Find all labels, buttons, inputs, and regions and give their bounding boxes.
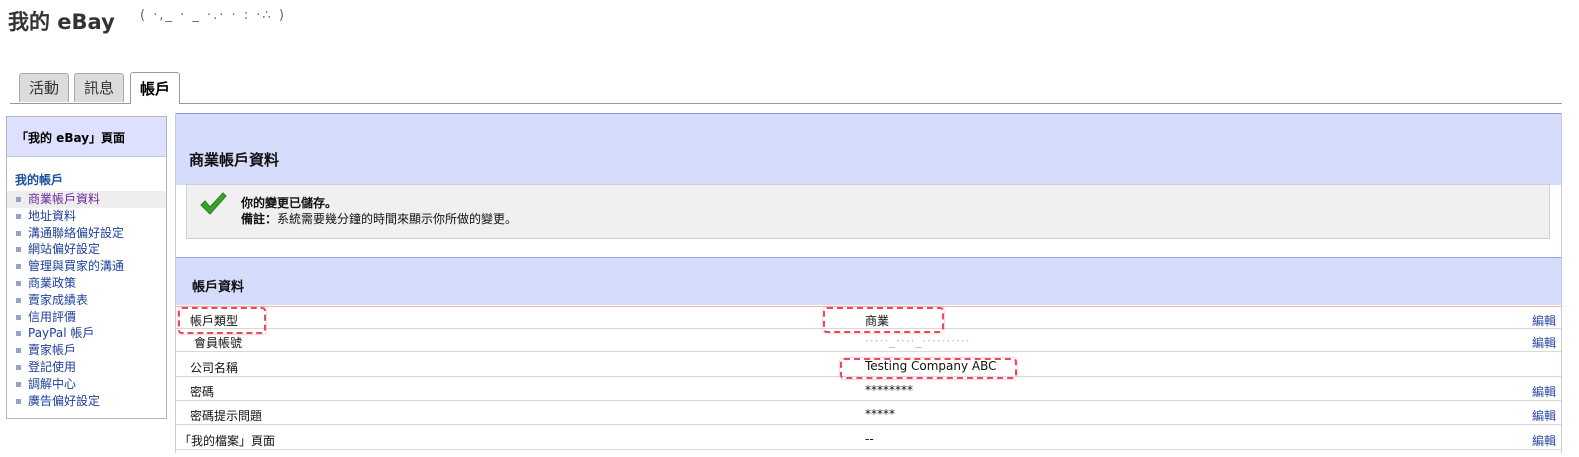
sidebar-item-paypal-account[interactable]: PayPal 帳戶 bbox=[7, 325, 166, 342]
main-header-band bbox=[175, 113, 1562, 185]
tab-account[interactable]: 帳戶 bbox=[130, 72, 180, 104]
row-label: 密碼 bbox=[190, 385, 215, 399]
bullet-icon bbox=[16, 331, 21, 337]
checkmark-icon bbox=[200, 192, 227, 215]
bullet-icon bbox=[16, 381, 21, 387]
edit-link[interactable]: 編輯 bbox=[1532, 407, 1556, 424]
sidebar-item-site-preferences[interactable]: 網站偏好設定 bbox=[7, 241, 166, 258]
row-label: 「我的檔案」頁面 bbox=[179, 434, 276, 448]
sidebar-item-business-account[interactable]: 商業帳戶資料 bbox=[7, 191, 166, 208]
bullet-icon bbox=[16, 230, 21, 236]
table-row: 密碼 ******** 編輯 bbox=[176, 378, 1561, 401]
edit-link[interactable]: 編輯 bbox=[1532, 432, 1556, 449]
sidebar-item-label: 信用評價 bbox=[28, 309, 77, 324]
bullet-icon bbox=[16, 280, 21, 286]
section-header-band bbox=[176, 257, 1561, 305]
sidebar-heading: 「我的 eBay」頁面 bbox=[7, 117, 166, 157]
sidebar-item-label: 賣家成績表 bbox=[28, 292, 89, 307]
edit-link[interactable]: 編輯 bbox=[1532, 334, 1556, 351]
bullet-icon bbox=[16, 398, 21, 404]
sidebar-item-label: 登記使用 bbox=[28, 359, 77, 374]
highlight-account-type-value bbox=[823, 307, 944, 333]
sidebar-item-seller-account[interactable]: 賣家帳戶 bbox=[7, 342, 166, 359]
sidebar-item-label: 調解中心 bbox=[28, 376, 77, 391]
masked-username: ( ·,_ · _ ·.· · : ·∴ ) bbox=[140, 8, 286, 23]
tab-activity[interactable]: 活動 bbox=[19, 73, 69, 102]
sidebar-item-label: 溝通聯絡偏好設定 bbox=[28, 225, 125, 240]
sidebar-item-label: 商業帳戶資料 bbox=[28, 192, 101, 206]
section-title: 帳戶資料 bbox=[192, 280, 245, 295]
sidebar-item-seller-dashboard[interactable]: 賣家成績表 bbox=[7, 292, 166, 309]
sidebar-section-title[interactable]: 我的帳戶 bbox=[15, 171, 166, 188]
sidebar-item-communication-preferences[interactable]: 溝通聯絡偏好設定 bbox=[7, 225, 166, 242]
main-title: 商業帳戶資料 bbox=[189, 151, 280, 169]
sidebar-item-label: 管理與買家的溝通 bbox=[28, 259, 125, 274]
highlight-company-name-value bbox=[840, 358, 1017, 379]
notice-note: 備註：系統需要幾分鐘的時間來顯示你所做的變更。 bbox=[241, 210, 517, 227]
bullet-icon bbox=[16, 364, 21, 370]
tab-divider bbox=[10, 103, 1562, 104]
edit-link[interactable]: 編輯 bbox=[1532, 312, 1556, 329]
sidebar-item-label: 網站偏好設定 bbox=[28, 242, 101, 257]
sidebar-item-label: 賣家帳戶 bbox=[28, 343, 77, 358]
bullet-icon bbox=[16, 348, 21, 354]
sidebar-item-buyer-communications[interactable]: 管理與買家的溝通 bbox=[7, 258, 166, 275]
sidebar-item-subscriptions[interactable]: 登記使用 bbox=[7, 359, 166, 376]
row-label: 會員帳號 bbox=[194, 336, 243, 350]
row-label: 公司名稱 bbox=[190, 361, 239, 375]
sidebar-item-resolution-center[interactable]: 調解中心 bbox=[7, 376, 166, 393]
sidebar-item-feedback[interactable]: 信用評價 bbox=[7, 309, 166, 326]
page-title: 我的 eBay bbox=[8, 10, 115, 34]
notice-note-label: 備註： bbox=[241, 212, 278, 226]
notice-note-text: 系統需要幾分鐘的時間來顯示你所做的變更。 bbox=[277, 212, 518, 226]
highlight-account-type-label bbox=[178, 307, 266, 334]
tab-messages[interactable]: 訊息 bbox=[74, 73, 124, 102]
row-value: ***** bbox=[865, 407, 895, 421]
row-value: ·····_····_·········· bbox=[865, 334, 971, 348]
sidebar-item-ad-preferences[interactable]: 廣告偏好設定 bbox=[7, 393, 166, 410]
table-row: 密碼提示問題 ***** 編輯 bbox=[176, 402, 1561, 425]
bullet-icon bbox=[16, 247, 21, 253]
main-right-border bbox=[1561, 113, 1562, 453]
table-row: 「我的檔案」頁面 -- 編輯 bbox=[176, 427, 1561, 450]
bullet-icon bbox=[16, 264, 21, 270]
row-value: -- bbox=[865, 432, 874, 446]
sidebar-item-label: 商業政策 bbox=[28, 275, 77, 290]
bullet-icon bbox=[16, 314, 21, 320]
row-label: 密碼提示問題 bbox=[190, 409, 263, 423]
bullet-icon bbox=[16, 197, 21, 202]
sidebar-item-label: 地址資料 bbox=[28, 208, 77, 223]
row-value: ******** bbox=[865, 383, 913, 397]
sidebar-item-label: PayPal 帳戶 bbox=[28, 326, 95, 341]
bullet-icon bbox=[16, 213, 21, 219]
sidebar: 「我的 eBay」頁面 我的帳戶 商業帳戶資料 地址資料 溝通聯絡偏好設定 網站… bbox=[6, 116, 167, 419]
sidebar-item-business-policies[interactable]: 商業政策 bbox=[7, 275, 166, 292]
sidebar-item-label: 廣告偏好設定 bbox=[28, 393, 101, 408]
edit-link[interactable]: 編輯 bbox=[1532, 383, 1556, 400]
notice-title: 你的變更已儲存。 bbox=[241, 196, 338, 210]
bullet-icon bbox=[16, 297, 21, 303]
sidebar-list: 商業帳戶資料 地址資料 溝通聯絡偏好設定 網站偏好設定 管理與買家的溝通 商業政… bbox=[7, 191, 166, 409]
sidebar-item-addresses[interactable]: 地址資料 bbox=[7, 208, 166, 225]
